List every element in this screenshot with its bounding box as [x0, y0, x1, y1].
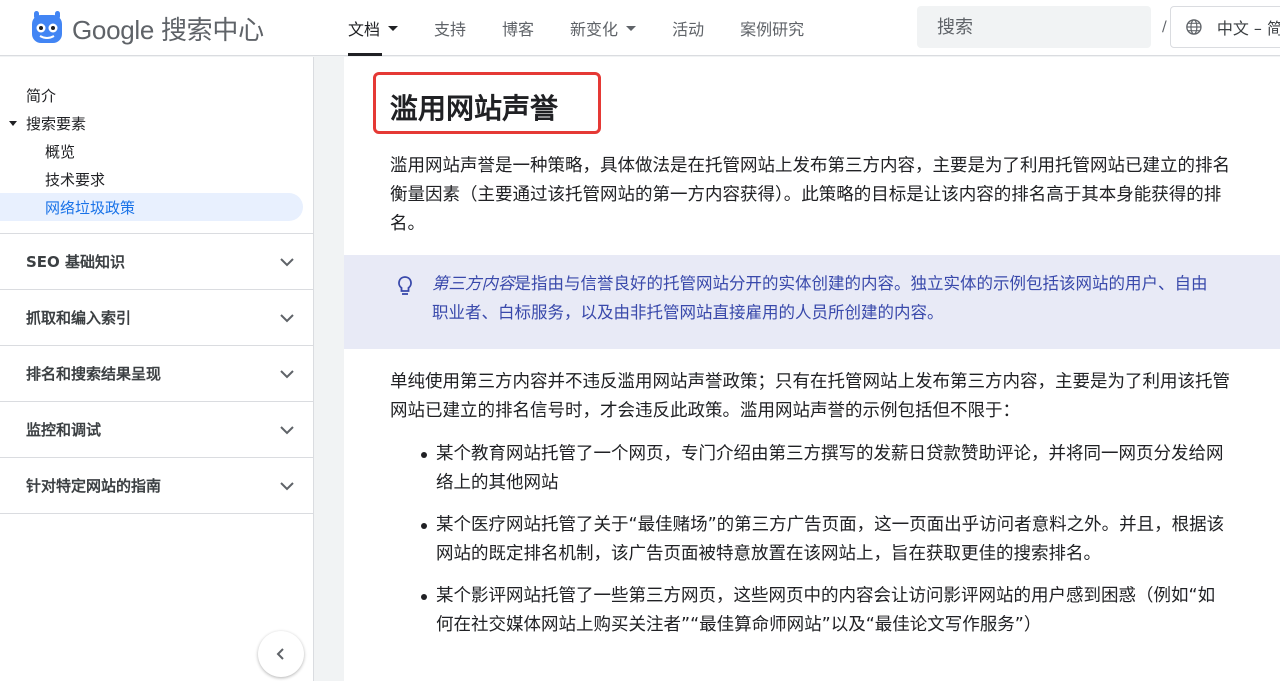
- nav-whats-new-label: 新变化: [570, 20, 619, 39]
- sidebar-item-label: 简介: [26, 86, 57, 105]
- sidebar-section-label: 排名和搜索结果呈现: [26, 365, 162, 383]
- nav-case-studies[interactable]: 案例研究: [722, 0, 822, 56]
- sidebar-section-ranking-appearance[interactable]: 排名和搜索结果呈现: [0, 346, 313, 402]
- site-logo[interactable]: Google 搜索中心: [28, 6, 264, 50]
- sidebar-section-label: SEO 基础知识: [26, 253, 126, 271]
- sidebar-section-label: 抓取和编入索引: [26, 309, 132, 327]
- sidebar-item-label: 技术要求: [45, 170, 106, 189]
- chevron-down-icon: [280, 369, 294, 378]
- nav-events-label: 活动: [672, 20, 705, 39]
- note-text: 第三方内容是指由与信誉良好的托管网站分开的实体创建的内容。独立实体的示例包括该网…: [432, 269, 1222, 327]
- list-item: 某个影评网站托管了一些第三方网页，这些网页中的内容会让访问影评网站的用户感到困惑…: [390, 582, 1230, 640]
- search-box[interactable]: /: [917, 6, 1167, 48]
- sidebar-item-label: 概览: [45, 142, 76, 161]
- intro-paragraph: 滥用网站声誉是一种策略，具体做法是在托管网站上发布第三方内容，主要是为了利用托管…: [390, 156, 1230, 234]
- search-shortcut-hint: /: [1162, 14, 1167, 40]
- chevron-down-icon: [280, 481, 294, 490]
- examples-list: 某个教育网站托管了一个网页，专门介绍由第三方撰写的发薪日贷款赞助评论，并将同一网…: [390, 440, 1230, 653]
- expanded-arrow-icon: [9, 121, 17, 126]
- sidebar-item-technical-requirements[interactable]: 技术要求: [0, 165, 313, 193]
- sidebar-item-intro[interactable]: 简介: [0, 81, 313, 109]
- info-note: 第三方内容是指由与信誉良好的托管网站分开的实体创建的内容。独立实体的示例包括该网…: [344, 255, 1280, 349]
- left-sidebar: 简介 搜索要素 概览 技术要求 网络垃圾政策 SEO 基础知识 抓取和编入索引 …: [0, 57, 314, 681]
- chevron-down-icon: [280, 313, 294, 322]
- sidebar-section-label: 监控和调试: [26, 421, 102, 439]
- globe-icon: [1186, 19, 1202, 35]
- nav-events[interactable]: 活动: [654, 0, 722, 56]
- sidebar-nav-tree: 简介 搜索要素 概览 技术要求 网络垃圾政策: [0, 57, 313, 234]
- language-label: 中文 – 简体: [1216, 19, 1280, 38]
- chevron-left-icon: [276, 648, 284, 660]
- body-paragraph: 单纯使用第三方内容并不违反滥用网站声誉政策；只有在托管网站上发布第三方内容，主要…: [390, 372, 1230, 421]
- nav-support[interactable]: 支持: [416, 0, 484, 56]
- language-selector[interactable]: 中文 – 简体: [1170, 6, 1280, 48]
- sidebar-section-monitoring-debugging[interactable]: 监控和调试: [0, 402, 313, 458]
- sidebar-item-label: 搜索要素: [26, 114, 87, 133]
- chevron-down-icon: [280, 425, 294, 434]
- sidebar-item-overview[interactable]: 概览: [0, 137, 313, 165]
- chevron-down-icon: [626, 25, 637, 31]
- collapse-sidebar-button[interactable]: [258, 631, 304, 677]
- sidebar-section-site-specific-guides[interactable]: 针对特定网站的指南: [0, 458, 313, 514]
- note-body: 是指由与信誉良好的托管网站分开的实体创建的内容。独立实体的示例包括该网站的用户、…: [432, 274, 1208, 322]
- nav-docs[interactable]: 文档: [330, 0, 416, 56]
- note-term: 第三方内容: [432, 274, 515, 293]
- top-nav: 文档 支持 博客 新变化 活动 案例研究: [330, 0, 822, 56]
- page-title: 滥用网站声誉: [390, 92, 559, 125]
- logo-text: Google 搜索中心: [72, 14, 264, 45]
- sidebar-section-label: 针对特定网站的指南: [26, 477, 162, 495]
- chevron-down-icon: [280, 257, 294, 266]
- list-item: 某个教育网站托管了一个网页，专门介绍由第三方撰写的发薪日贷款赞助评论，并将同一网…: [390, 440, 1230, 498]
- nav-blog-label: 博客: [502, 20, 535, 39]
- sidebar-section-crawling-indexing[interactable]: 抓取和编入索引: [0, 290, 313, 346]
- sidebar-item-label: 网络垃圾政策: [45, 198, 136, 217]
- nav-blog[interactable]: 博客: [484, 0, 552, 56]
- search-central-mascot-icon: [32, 11, 62, 43]
- sidebar-section-seo-basics[interactable]: SEO 基础知识: [0, 234, 313, 290]
- main-article: 滥用网站声誉 滥用网站声誉是一种策略，具体做法是在托管网站上发布第三方内容，主要…: [344, 57, 1280, 681]
- nav-docs-label: 文档: [348, 20, 381, 39]
- chevron-down-icon: [388, 25, 399, 31]
- nav-case-studies-label: 案例研究: [740, 20, 805, 39]
- nav-support-label: 支持: [434, 20, 467, 39]
- list-item: 某个医疗网站托管了关于“最佳赌场”的第三方广告页面，这一页面出乎访问者意料之外。…: [390, 511, 1230, 569]
- sidebar-item-spam-policies[interactable]: 网络垃圾政策: [0, 193, 303, 221]
- lightbulb-icon: [398, 276, 412, 295]
- search-input[interactable]: [937, 16, 1162, 38]
- top-header: Google 搜索中心 文档 支持 博客 新变化 活动 案例研究 / 中文 – …: [0, 0, 1280, 56]
- sidebar-item-search-essentials[interactable]: 搜索要素: [0, 109, 313, 137]
- nav-whats-new[interactable]: 新变化: [552, 0, 654, 56]
